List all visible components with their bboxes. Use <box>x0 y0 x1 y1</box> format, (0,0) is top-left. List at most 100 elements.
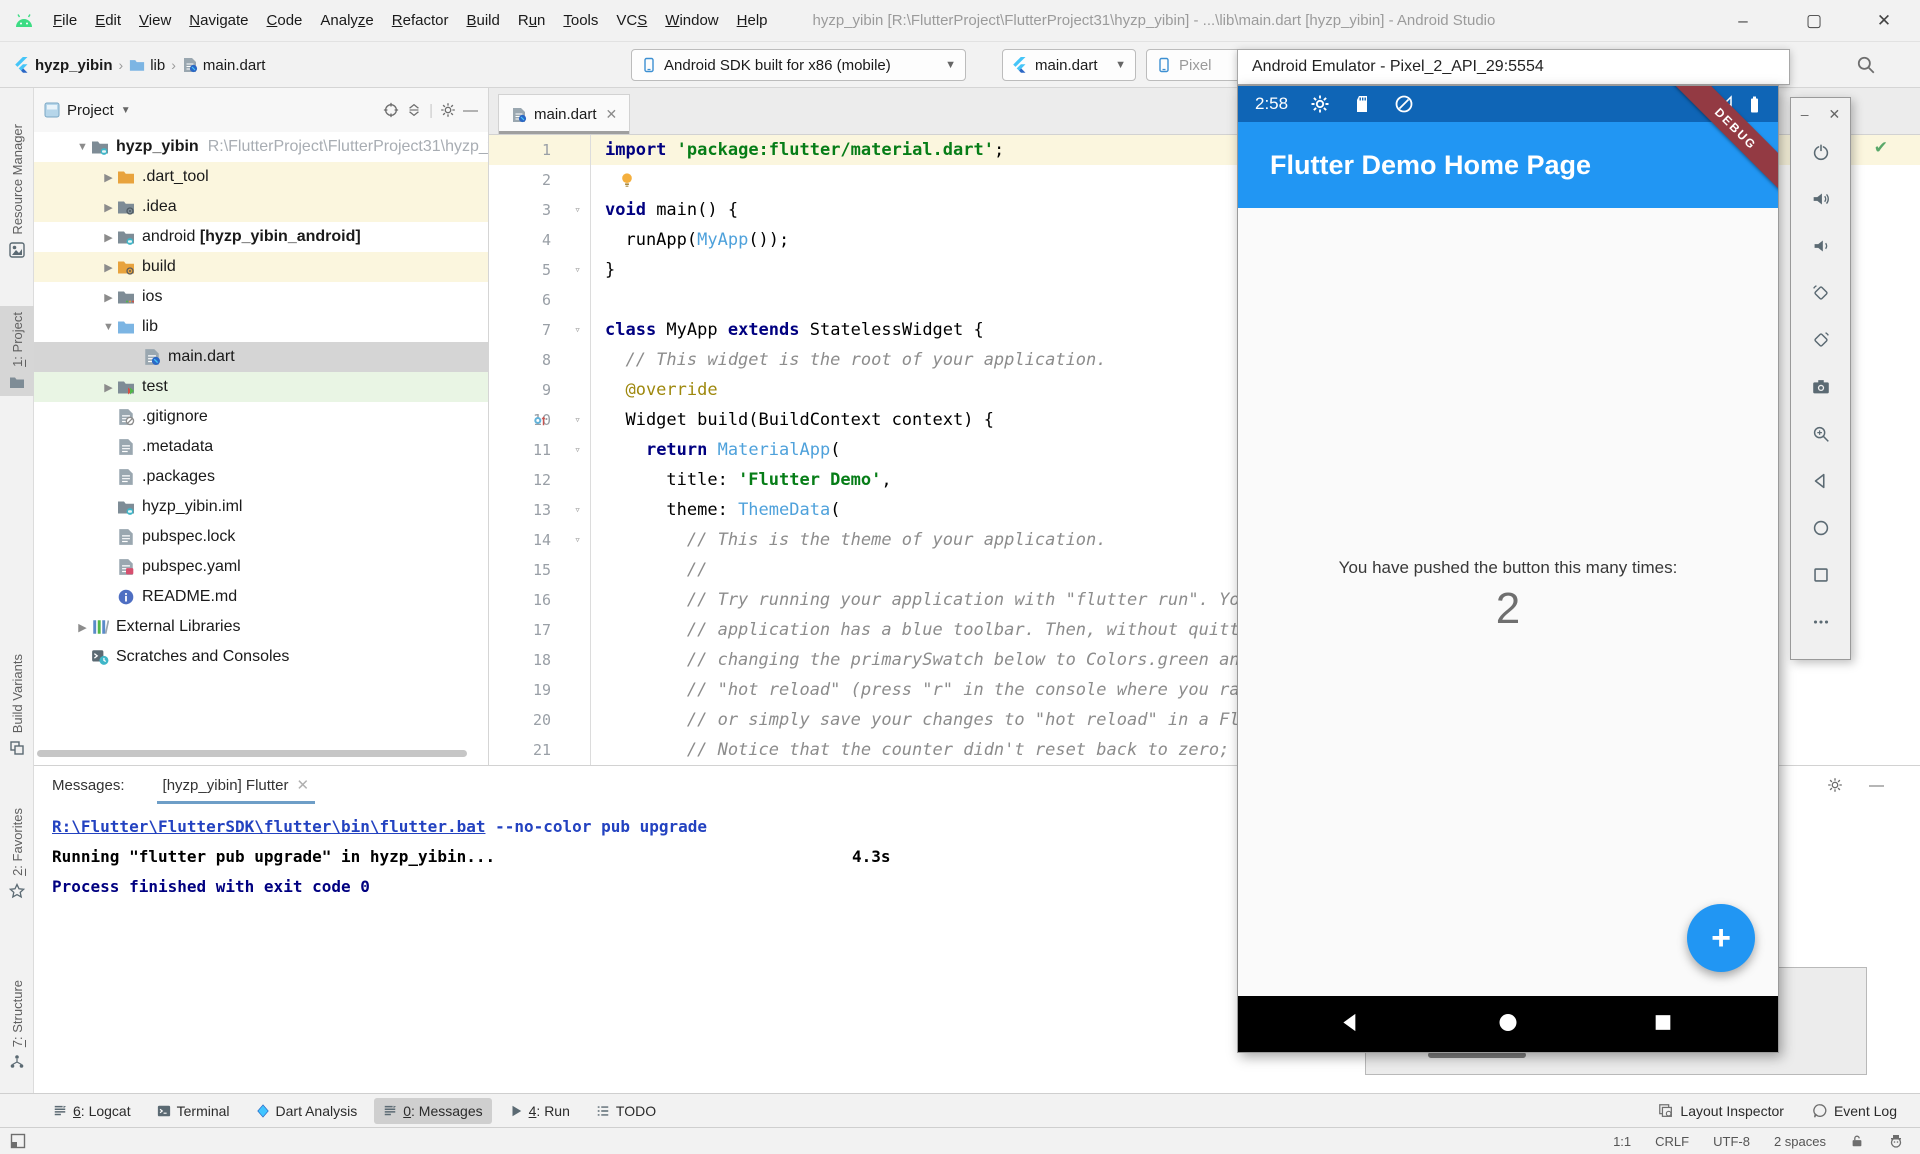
increment-fab-button[interactable]: + <box>1687 904 1755 972</box>
chevron-collapsed-icon[interactable]: ▶ <box>74 621 91 634</box>
console-link[interactable]: R:\Flutter\FlutterSDK\flutter\bin\flutte… <box>52 817 485 836</box>
minimize-icon[interactable]: – <box>1801 106 1809 122</box>
hide-panel-icon[interactable]: — <box>1869 777 1884 794</box>
tree-item--idea[interactable]: ▶.idea <box>34 192 488 222</box>
fold-marker-icon[interactable]: ▿ <box>565 255 591 285</box>
chevron-collapsed-icon[interactable]: ▶ <box>100 291 117 304</box>
chevron-collapsed-icon[interactable]: ▶ <box>100 201 117 214</box>
status-item[interactable]: 1:1 <box>1613 1134 1631 1149</box>
lock-icon[interactable] <box>1850 1134 1864 1148</box>
search-icon[interactable] <box>1856 55 1876 75</box>
tree-item-pubspec-yaml[interactable]: pubspec.yaml <box>34 552 488 582</box>
toolwindow-button-6-logcat[interactable]: 6: Logcat <box>44 1098 140 1124</box>
menu-vcs[interactable]: VCS <box>607 8 656 33</box>
menu-window[interactable]: Window <box>656 8 727 33</box>
chevron-collapsed-icon[interactable]: ▶ <box>100 171 117 184</box>
emulator-volume-down-icon[interactable] <box>1810 222 1832 269</box>
tree-item-readme-md[interactable]: README.md <box>34 582 488 612</box>
breadcrumb-item-lib[interactable]: lib <box>129 57 165 74</box>
emulator-volume-up-icon[interactable] <box>1810 175 1832 222</box>
emulator-title-bar[interactable]: Android Emulator - Pixel_2_API_29:5554 <box>1237 49 1790 85</box>
maximize-icon[interactable]: ▢ <box>1794 0 1834 42</box>
tree-item-ios[interactable]: ▶ios <box>34 282 488 312</box>
emulator-rotate-right-icon[interactable] <box>1810 316 1832 363</box>
toolwindow-button-terminal[interactable]: Terminal <box>148 1098 239 1124</box>
tree-item--dart_tool[interactable]: ▶.dart_tool <box>34 162 488 192</box>
tree-item-lib[interactable]: ▼lib <box>34 312 488 342</box>
emulator-more-icon[interactable] <box>1810 598 1832 645</box>
tree-item-scratches-and-consoles[interactable]: Scratches and Consoles <box>34 642 488 672</box>
override-icon[interactable] <box>533 413 547 427</box>
chevron-collapsed-icon[interactable]: ▶ <box>100 231 117 244</box>
tree-item-pubspec-lock[interactable]: pubspec.lock <box>34 522 488 552</box>
breadcrumb[interactable]: hyzp_yibin›lib›main.dart <box>14 42 265 88</box>
emulator-power-icon[interactable] <box>1810 128 1832 175</box>
chevron-collapsed-icon[interactable]: ▶ <box>100 261 117 274</box>
fold-marker-icon[interactable]: ▿ <box>565 405 591 435</box>
minimize-icon[interactable]: – <box>1723 0 1763 42</box>
emulator-rotate-left-icon[interactable] <box>1810 269 1832 316</box>
tree-item-main-dart[interactable]: main.dart <box>34 342 488 372</box>
emulator-overview-icon[interactable] <box>1810 551 1832 598</box>
run-config-selector[interactable]: main.dart ▼ <box>1002 49 1136 81</box>
settings-gear-icon[interactable] <box>440 102 456 118</box>
tree-item-hyzp_yibin[interactable]: ▼hyzp_yibinR:\FlutterProject\FlutterProj… <box>34 132 488 162</box>
breadcrumb-item-hyzp_yibin[interactable]: hyzp_yibin <box>14 57 113 74</box>
menu-help[interactable]: Help <box>728 8 777 33</box>
chevron-expanded-icon[interactable]: ▼ <box>74 141 91 153</box>
fold-marker-icon[interactable]: ▿ <box>565 525 591 555</box>
menu-refactor[interactable]: Refactor <box>383 8 458 33</box>
toolwindow-button-layout-inspector[interactable]: Layout Inspector <box>1649 1098 1793 1124</box>
tree-item--gitignore[interactable]: .gitignore <box>34 402 488 432</box>
menu-analyze[interactable]: Analyze <box>311 8 382 33</box>
nav-home-icon[interactable] <box>1496 1011 1520 1040</box>
toolwindow-button-dart-analysis[interactable]: Dart Analysis <box>247 1098 367 1124</box>
fold-marker-icon[interactable]: ▿ <box>565 495 591 525</box>
menu-tools[interactable]: Tools <box>554 8 607 33</box>
messages-flutter-tab[interactable]: [hyzp_yibin] Flutter ✕ <box>157 766 315 804</box>
stripe-tab-build-variants[interactable]: Build Variants <box>0 648 34 762</box>
stripe-tab-7-structure[interactable]: 7: Structure <box>0 974 34 1076</box>
tab-main-dart[interactable]: main.dart ✕ <box>498 94 630 134</box>
fold-marker-icon[interactable]: ▿ <box>565 195 591 225</box>
emulator-screen[interactable]: 2:58 Flutter Demo Home Page DEBUG You ha… <box>1237 85 1779 1053</box>
tree-item-test[interactable]: ▶test <box>34 372 488 402</box>
chevron-collapsed-icon[interactable]: ▶ <box>100 381 117 394</box>
close-tab-icon[interactable]: ✕ <box>296 776 309 794</box>
stripe-tab-2-favorites[interactable]: 2: Favorites <box>0 802 34 905</box>
nav-overview-icon[interactable] <box>1652 1012 1674 1039</box>
menu-code[interactable]: Code <box>258 8 312 33</box>
tree-item-android[interactable]: ▶android [hyzp_yibin_android] <box>34 222 488 252</box>
stripe-tab-1-project[interactable]: 1: Project <box>0 306 34 396</box>
bulb-icon[interactable] <box>619 172 635 188</box>
menu-build[interactable]: Build <box>457 8 508 33</box>
emulator-home-icon[interactable] <box>1810 504 1832 551</box>
emulator-zoom-icon[interactable] <box>1810 410 1832 457</box>
tree-item--metadata[interactable]: .metadata <box>34 432 488 462</box>
status-item[interactable]: 2 spaces <box>1774 1134 1826 1149</box>
menu-view[interactable]: View <box>130 8 180 33</box>
close-icon[interactable]: ✕ <box>1829 106 1841 123</box>
hector-icon[interactable] <box>1888 1133 1904 1149</box>
emulator-back-icon[interactable] <box>1810 457 1832 504</box>
emulator-camera-icon[interactable] <box>1810 363 1832 410</box>
fold-marker-icon[interactable]: ▿ <box>565 435 591 465</box>
stripe-tab-resource-manager[interactable]: Resource Manager <box>0 118 34 264</box>
tree-item-hyzp_yibin-iml[interactable]: hyzp_yibin.iml <box>34 492 488 522</box>
toolwindow-button-todo[interactable]: TODO <box>587 1098 665 1124</box>
chevron-expanded-icon[interactable]: ▼ <box>100 321 117 333</box>
toolwindow-button-event-log[interactable]: Event Log <box>1803 1098 1906 1124</box>
close-icon[interactable]: ✕ <box>1864 0 1904 42</box>
menu-file[interactable]: File <box>44 8 86 33</box>
project-view-selector[interactable]: Project <box>67 102 114 119</box>
status-item[interactable]: UTF-8 <box>1713 1134 1750 1149</box>
device-selector[interactable]: Android SDK built for x86 (mobile) ▼ <box>631 49 966 81</box>
tree-item--packages[interactable]: .packages <box>34 462 488 492</box>
tree-item-external-libraries[interactable]: ▶External Libraries <box>34 612 488 642</box>
inspection-ok-icon[interactable]: ✔ <box>1874 138 1888 158</box>
nav-back-icon[interactable] <box>1338 1010 1364 1041</box>
status-item[interactable]: CRLF <box>1655 1134 1689 1149</box>
fold-marker-icon[interactable]: ▿ <box>565 315 591 345</box>
locate-file-icon[interactable] <box>383 102 399 118</box>
horizontal-scrollbar[interactable] <box>37 750 467 757</box>
